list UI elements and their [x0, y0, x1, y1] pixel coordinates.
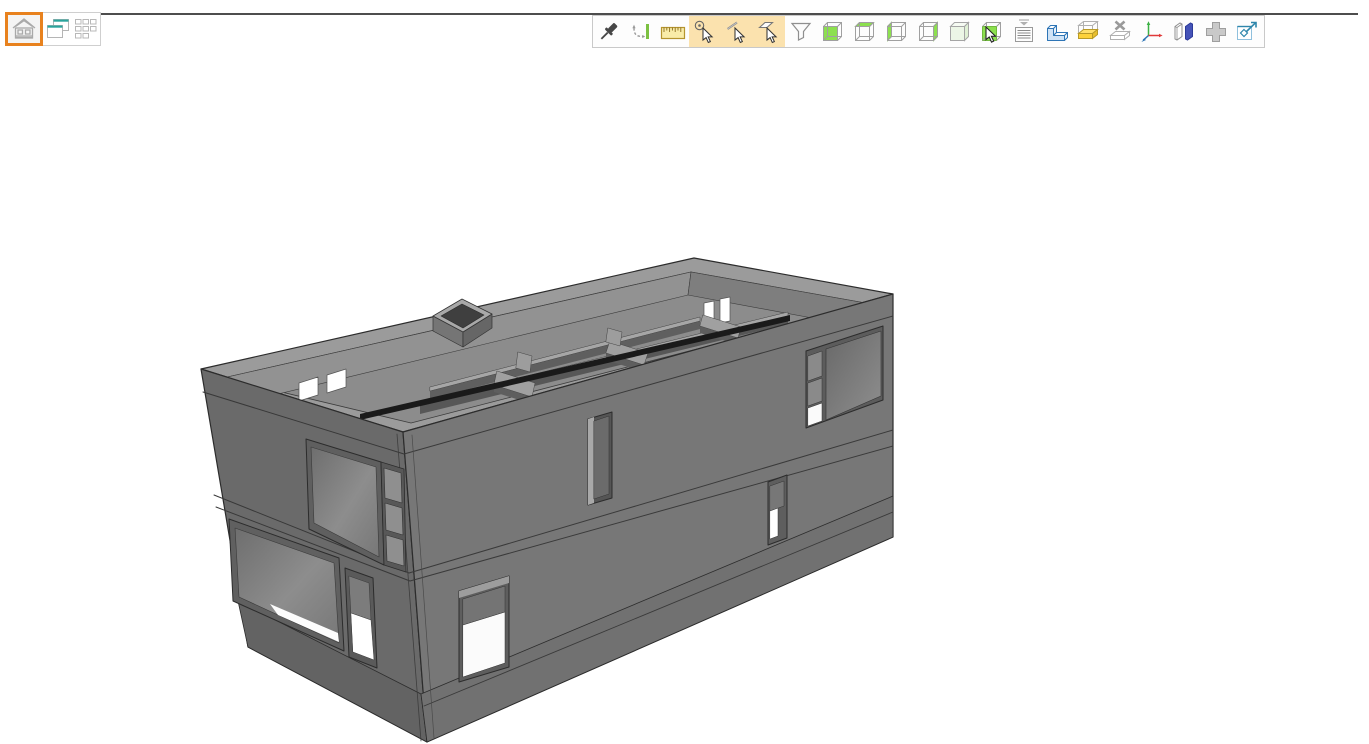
- mullion-pane: [385, 503, 403, 535]
- shaded-cube-icon: [947, 19, 973, 45]
- cube-top-face-icon: [852, 19, 878, 45]
- app-window: { "app": { "background": "#ffffff", "top…: [0, 0, 1369, 744]
- view-top-face-button[interactable]: [849, 16, 881, 47]
- select-face-icon: [756, 19, 782, 45]
- ruler-icon: [660, 19, 686, 45]
- select-face-button[interactable]: [753, 16, 785, 47]
- measure-button[interactable]: [657, 16, 689, 47]
- sheet-windows-view-button[interactable]: [44, 13, 72, 45]
- building-model[interactable]: [0, 0, 1369, 744]
- select-edge-icon: [724, 19, 750, 45]
- grid-icon: [73, 17, 99, 41]
- big-window-mullion-pane: [808, 351, 822, 381]
- view-shaded-button[interactable]: [944, 16, 976, 47]
- view-right-face-button[interactable]: [913, 16, 945, 47]
- main-toolbar: [592, 15, 1265, 48]
- overlapping-windows-icon: [45, 17, 71, 41]
- spin-model-icon: [628, 19, 654, 45]
- section-box-icon: [1075, 19, 1101, 45]
- ne-wall-opening: [720, 297, 730, 323]
- view-switcher: [5, 12, 101, 46]
- export-view-button[interactable]: [1232, 16, 1264, 47]
- element-list-button[interactable]: [1008, 16, 1040, 47]
- plus-icon: [1203, 19, 1229, 45]
- tile-grid-view-button[interactable]: [72, 13, 100, 45]
- select-edge-button[interactable]: [721, 16, 753, 47]
- pick-face-icon: [979, 19, 1005, 45]
- model-viewport[interactable]: [0, 0, 1369, 744]
- section-profile-icon: [1043, 19, 1069, 45]
- storey-slabs-icon: [1171, 19, 1197, 45]
- remove-section-icon: [1107, 19, 1133, 45]
- house-icon: [10, 16, 38, 42]
- right-slot-window-glass: [594, 416, 609, 499]
- mullion-pane: [384, 468, 402, 503]
- remove-section-button[interactable]: [1104, 16, 1136, 47]
- select-point-button[interactable]: [689, 16, 721, 47]
- filter-button[interactable]: [785, 16, 817, 47]
- storey-slabs-button[interactable]: [1168, 16, 1200, 47]
- 3d-building-view-button[interactable]: [5, 12, 43, 46]
- export-icon: [1235, 19, 1261, 45]
- pin-button[interactable]: [593, 16, 625, 47]
- section-box-button[interactable]: [1072, 16, 1104, 47]
- spin-model-button[interactable]: [625, 16, 657, 47]
- coordinate-axes-button[interactable]: [1136, 16, 1168, 47]
- section-profile-button[interactable]: [1040, 16, 1072, 47]
- list-icon: [1011, 19, 1037, 45]
- pick-face-button[interactable]: [976, 16, 1008, 47]
- add-element-button[interactable]: [1200, 16, 1232, 47]
- filter-icon: [788, 19, 814, 45]
- view-left-face-button[interactable]: [881, 16, 913, 47]
- axes-icon: [1139, 19, 1165, 45]
- cube-left-face-icon: [884, 19, 910, 45]
- right-lower-slot-glass: [770, 481, 784, 511]
- view-front-face-button[interactable]: [817, 16, 849, 47]
- select-point-icon: [692, 19, 718, 45]
- right-slot-window-jamb: [588, 417, 594, 505]
- pin-icon: [596, 19, 622, 45]
- big-window-mullion-pane: [808, 378, 822, 406]
- right-lower-slot-through: [770, 508, 778, 539]
- mullion-pane: [386, 535, 404, 566]
- cube-right-face-icon: [916, 19, 942, 45]
- cube-front-face-icon: [820, 19, 846, 45]
